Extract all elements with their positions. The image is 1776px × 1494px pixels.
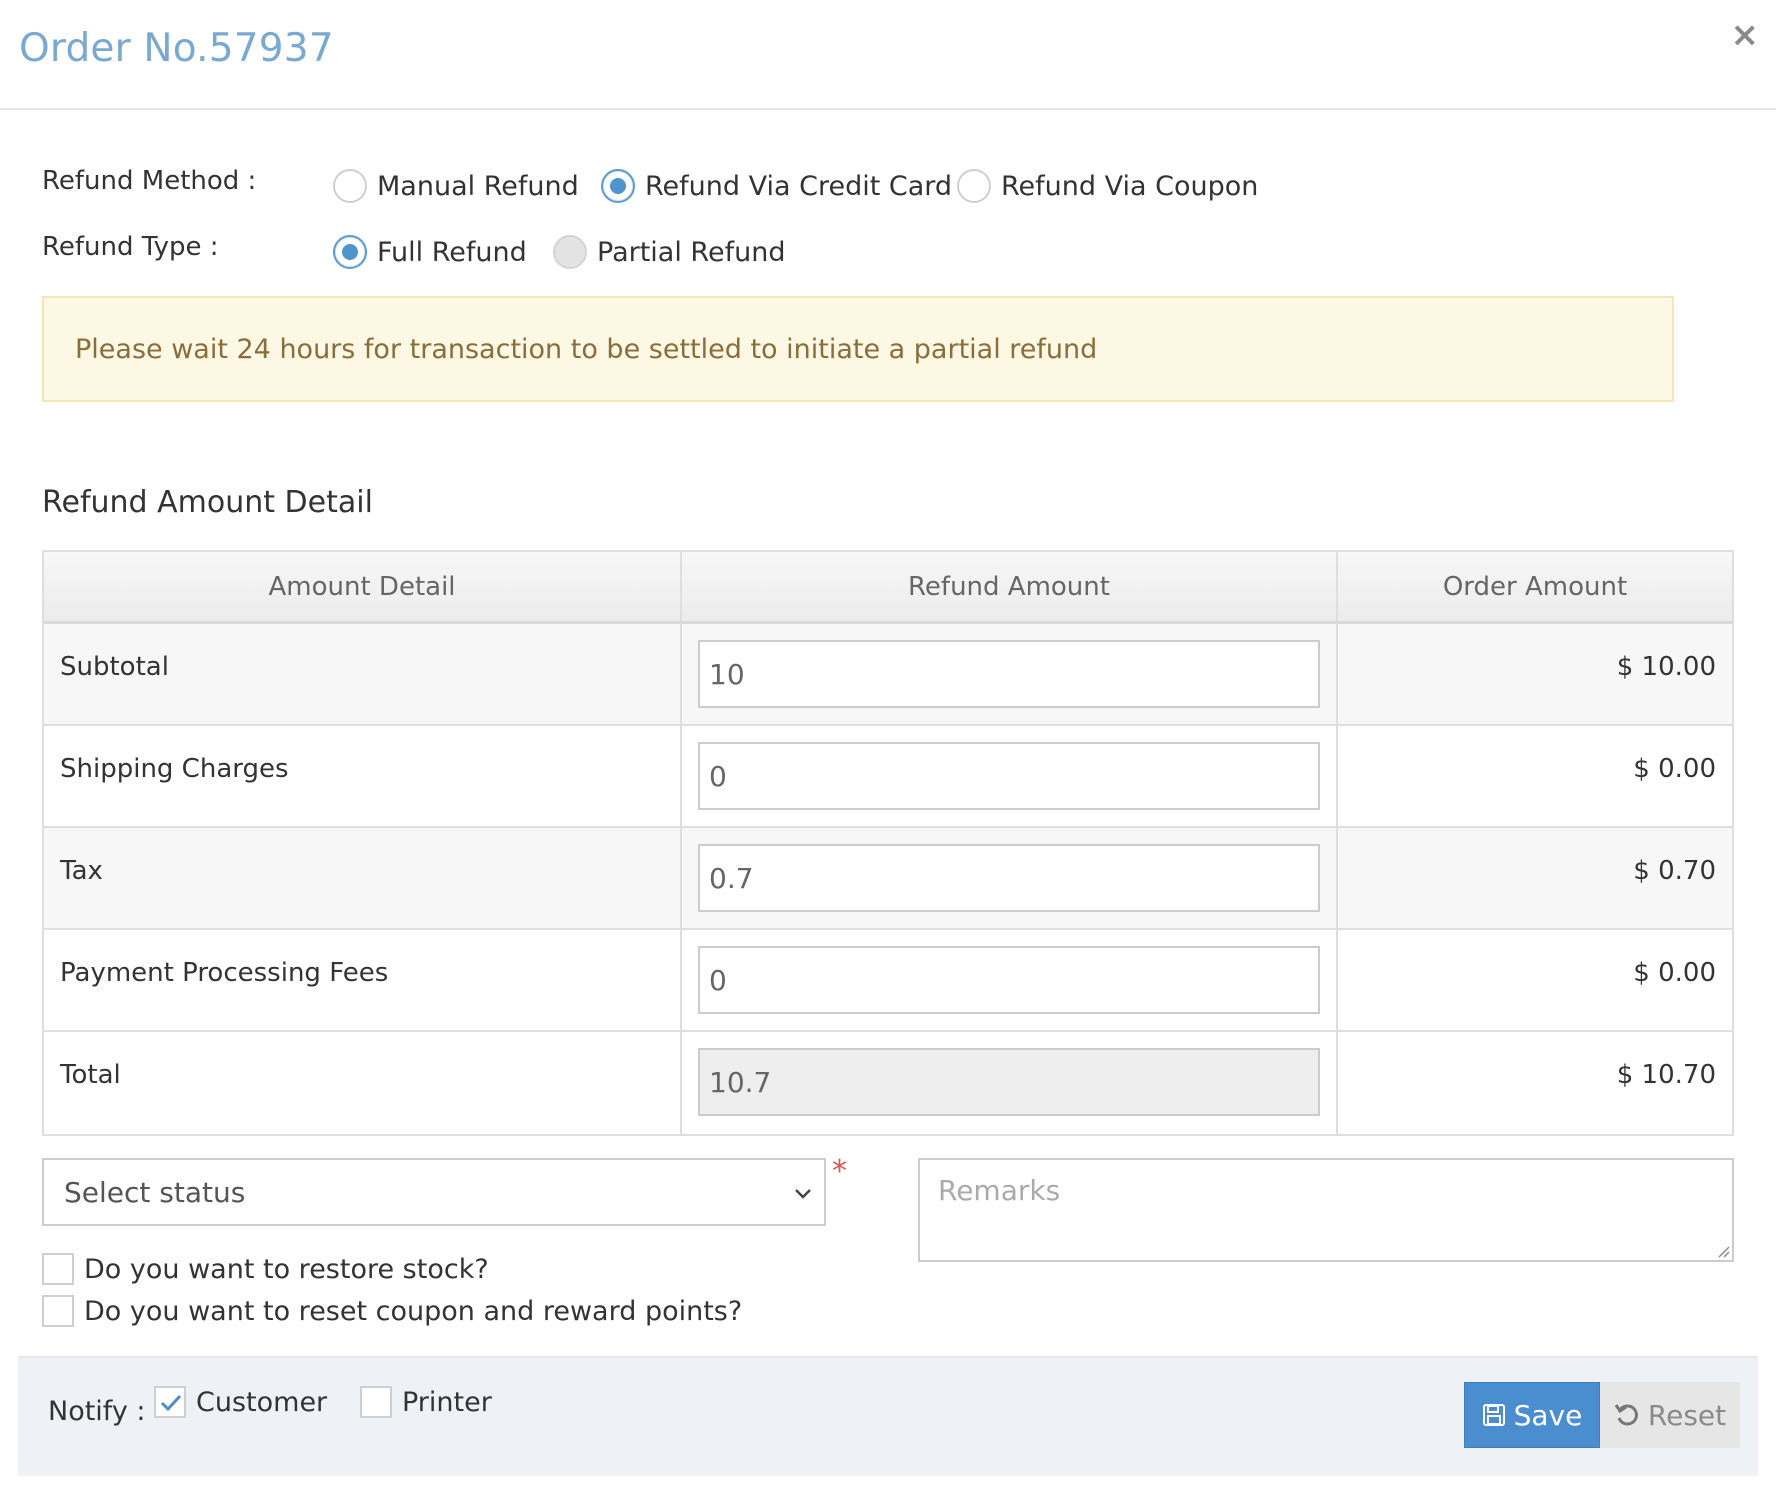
checkbox-label: Printer xyxy=(402,1386,492,1418)
radio-circle-icon[interactable] xyxy=(333,169,367,203)
column-header-amount-detail: Amount Detail xyxy=(44,552,682,621)
table-row: Payment Processing Fees 0 $ 0.00 xyxy=(44,930,1732,1032)
refund-input-cell: 0 xyxy=(682,726,1338,826)
column-header-order-amount: Order Amount xyxy=(1442,571,1628,602)
row-label-cell: Subtotal xyxy=(44,624,682,724)
total-refund-field: 10.7 xyxy=(698,1048,1320,1116)
table-row: Tax 0.7 $ 0.70 xyxy=(44,828,1732,930)
table-row: Total 10.7 $ 10.70 xyxy=(44,1032,1732,1134)
row-label-cell: Total xyxy=(44,1032,682,1134)
refund-input-cell: 10.7 xyxy=(682,1032,1338,1134)
floppy-disk-icon xyxy=(1482,1403,1506,1427)
restore-stock-checkbox[interactable]: Do you want to restore stock? xyxy=(42,1253,489,1285)
checkbox-label: Customer xyxy=(196,1386,328,1418)
processing-fees-refund-input[interactable]: 0 xyxy=(698,946,1320,1014)
checkbox-icon[interactable] xyxy=(42,1295,74,1327)
refund-input-cell: 0 xyxy=(682,930,1338,1030)
alert-text: Please wait 24 hours for transaction to … xyxy=(75,334,1098,365)
save-button[interactable]: Save xyxy=(1464,1382,1600,1448)
required-indicator: * xyxy=(832,1154,847,1189)
tax-refund-input[interactable]: 0.7 xyxy=(698,844,1320,912)
column-header-refund-amount: Refund Amount xyxy=(682,552,1338,621)
save-label: Save xyxy=(1513,1398,1583,1432)
notify-customer-checkbox[interactable]: Customer xyxy=(154,1386,327,1418)
notify-label: Notify : xyxy=(48,1396,146,1427)
order-amount-cell: $ 0.00 xyxy=(1338,726,1732,826)
row-label: Payment Processing Fees xyxy=(60,958,389,988)
order-amount-cell: $ 0.70 xyxy=(1338,828,1732,928)
notify-printer-checkbox[interactable]: Printer xyxy=(360,1386,492,1418)
radio-label: Refund Via Coupon xyxy=(1001,170,1259,202)
status-select-value: Select status xyxy=(64,1175,246,1209)
modal-footer: Notify : Customer Printer Save Reset xyxy=(18,1356,1758,1476)
close-icon[interactable]: × xyxy=(1731,18,1760,52)
table-row: Shipping Charges 0 $ 0.00 xyxy=(44,726,1732,828)
refund-input-cell: 10 xyxy=(682,624,1338,724)
table-row: Subtotal 10 $ 10.00 xyxy=(44,624,1732,726)
checkbox-icon[interactable] xyxy=(42,1253,74,1285)
table-header: Amount Detail Refund Amount Order Amount xyxy=(44,552,1732,624)
refund-input-cell: 0.7 xyxy=(682,828,1338,928)
radio-checked-icon[interactable] xyxy=(601,169,635,203)
remarks-placeholder: Remarks xyxy=(938,1174,1061,1207)
row-label-cell: Shipping Charges xyxy=(44,726,682,826)
checkbox-label: Do you want to restore stock? xyxy=(84,1253,489,1285)
radio-label: Manual Refund xyxy=(377,170,579,202)
row-label: Shipping Charges xyxy=(60,754,289,784)
shipping-refund-input[interactable]: 0 xyxy=(698,742,1320,810)
radio-label: Refund Via Credit Card xyxy=(645,170,953,202)
reset-coupon-checkbox[interactable]: Do you want to reset coupon and reward p… xyxy=(42,1295,742,1327)
order-amount: $ 0.00 xyxy=(1633,958,1716,988)
refund-type-label: Refund Type : xyxy=(42,232,219,262)
reset-button[interactable]: Reset xyxy=(1600,1382,1740,1448)
checkbox-label: Do you want to reset coupon and reward p… xyxy=(84,1295,743,1327)
order-amount-cell: $ 10.70 xyxy=(1338,1032,1732,1134)
refund-amount-table: Amount Detail Refund Amount Order Amount… xyxy=(42,550,1734,1136)
radio-refund-coupon[interactable]: Refund Via Coupon xyxy=(957,169,1258,203)
section-title: Refund Amount Detail xyxy=(42,485,373,520)
radio-manual-refund[interactable]: Manual Refund xyxy=(333,169,579,203)
order-amount-cell: $ 10.00 xyxy=(1338,624,1732,724)
radio-partial-refund: Partial Refund xyxy=(553,235,785,269)
checkbox-checked-icon[interactable] xyxy=(154,1386,186,1418)
modal-header: Order No.57937 × xyxy=(0,0,1776,110)
chevron-down-icon xyxy=(795,1189,811,1199)
page-title: Order No.57937 xyxy=(19,26,334,71)
order-amount: $ 10.00 xyxy=(1616,652,1716,682)
order-amount-cell: $ 0.00 xyxy=(1338,930,1732,1030)
reset-label: Reset xyxy=(1647,1398,1727,1432)
row-label: Subtotal xyxy=(60,652,169,682)
refund-method-label: Refund Method : xyxy=(42,166,257,196)
row-label-cell: Payment Processing Fees xyxy=(44,930,682,1030)
remarks-textarea[interactable]: Remarks xyxy=(918,1158,1734,1262)
order-amount: $ 0.00 xyxy=(1633,754,1716,784)
undo-icon xyxy=(1614,1402,1640,1428)
radio-disabled-icon xyxy=(553,235,587,269)
radio-full-refund[interactable]: Full Refund xyxy=(333,235,527,269)
checkbox-icon[interactable] xyxy=(360,1386,392,1418)
status-select[interactable]: Select status xyxy=(42,1158,826,1226)
resize-grip-icon[interactable] xyxy=(1714,1242,1730,1258)
order-amount: $ 0.70 xyxy=(1633,856,1716,886)
order-amount: $ 10.70 xyxy=(1616,1060,1716,1090)
radio-label: Partial Refund xyxy=(597,236,786,268)
row-label: Tax xyxy=(60,856,103,886)
warning-alert: Please wait 24 hours for transaction to … xyxy=(42,296,1674,402)
radio-checked-icon[interactable] xyxy=(333,235,367,269)
radio-circle-icon[interactable] xyxy=(957,169,991,203)
subtotal-refund-input[interactable]: 10 xyxy=(698,640,1320,708)
radio-refund-credit-card[interactable]: Refund Via Credit Card xyxy=(601,169,952,203)
radio-label: Full Refund xyxy=(377,236,527,268)
row-label: Total xyxy=(60,1060,121,1090)
row-label-cell: Tax xyxy=(44,828,682,928)
